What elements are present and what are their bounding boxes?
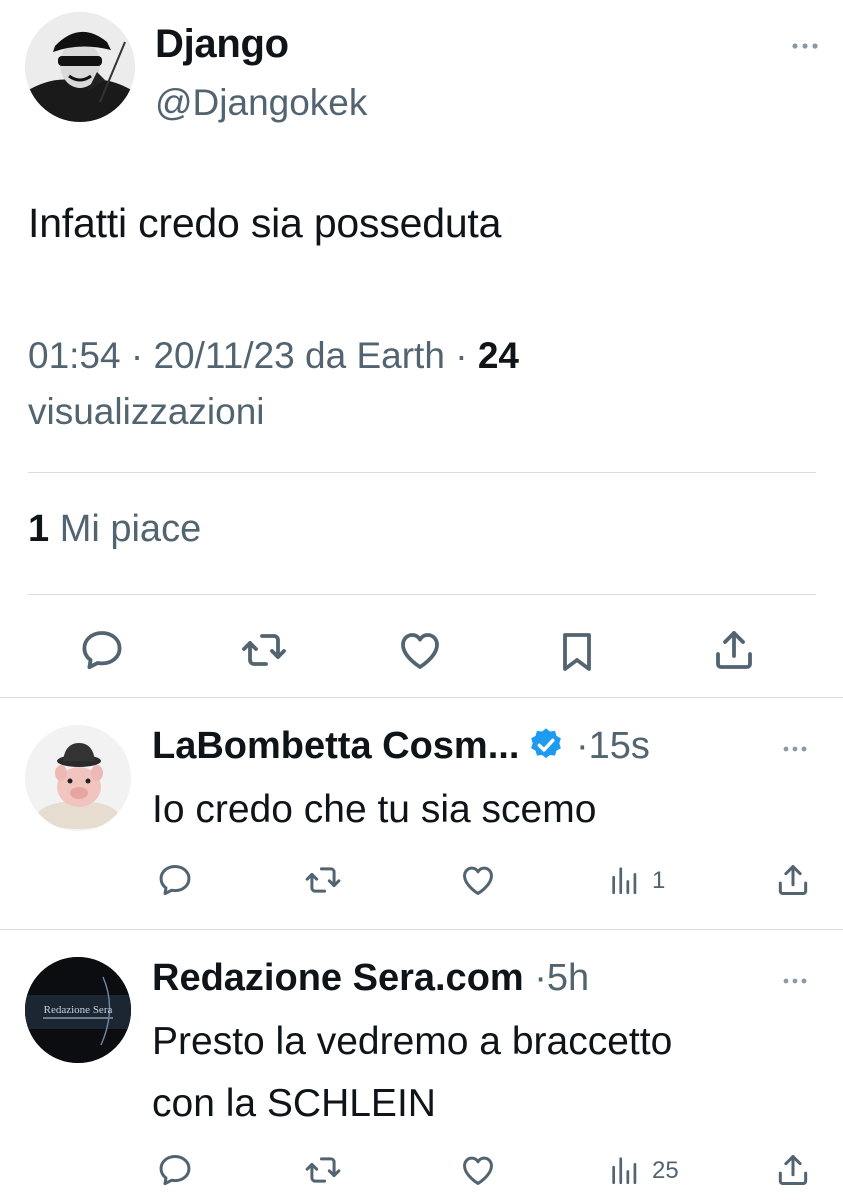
likes-label: Mi piace — [59, 508, 202, 550]
author-name[interactable]: Redazione Sera.com — [152, 957, 524, 999]
like-icon[interactable] — [459, 861, 497, 899]
tweet-source: da Earth — [305, 335, 445, 376]
views-icon[interactable] — [608, 863, 642, 897]
share-icon[interactable] — [774, 1151, 812, 1189]
divider — [28, 594, 816, 595]
avatar-logo-text: Redazione Sera — [44, 1004, 113, 1016]
more-icon[interactable] — [785, 26, 825, 66]
reply-time[interactable]: 15s — [589, 725, 650, 767]
time-separator: · — [523, 957, 547, 999]
reply-icon[interactable] — [156, 1151, 194, 1189]
likes-summary[interactable]: 1 Mi piace — [28, 508, 201, 551]
reply-header: Redazione Sera.com ·5h — [152, 957, 589, 1000]
reply-text-line: Presto la vedremo a braccetto — [152, 1020, 673, 1063]
reply-text: Io credo che tu sia scemo — [152, 788, 597, 831]
time-separator: · — [565, 725, 589, 767]
views-count: 24 — [477, 335, 519, 376]
tweet-detail-page: Django @Djangokek Infatti credo sia poss… — [0, 0, 843, 1200]
like-icon[interactable] — [396, 626, 444, 674]
author-handle[interactable]: @Djangokek — [155, 82, 367, 124]
reply-text: Presto la vedremo a braccetto con la SCH… — [152, 1011, 812, 1135]
reply-tweet[interactable]: LaBombetta Cosm... ·15s Io credo che tu … — [0, 697, 843, 929]
bookmark-icon[interactable] — [553, 628, 601, 676]
verified-icon — [527, 726, 565, 764]
main-action-bar — [0, 622, 843, 682]
share-icon[interactable] — [710, 626, 758, 674]
avatar[interactable] — [25, 12, 135, 122]
like-icon[interactable] — [459, 1151, 497, 1189]
tweet-time: 01:54 — [28, 335, 121, 376]
main-tweet-header: Django @Djangokek — [25, 12, 825, 124]
views-count: 25 — [652, 1157, 679, 1184]
meta-separator: · — [130, 335, 154, 376]
likes-count: 1 — [28, 508, 50, 550]
views-count: 1 — [652, 867, 666, 894]
reply-header: LaBombetta Cosm... ·15s — [152, 725, 650, 768]
views-icon[interactable] — [608, 1153, 642, 1187]
author-name[interactable]: Django — [155, 22, 289, 67]
reply-text-line: con la SCHLEIN — [152, 1082, 436, 1125]
more-icon[interactable] — [777, 963, 813, 999]
more-icon[interactable] — [777, 731, 813, 767]
retweet-icon[interactable] — [304, 861, 342, 899]
divider — [28, 472, 816, 473]
avatar[interactable]: Redazione Sera — [25, 957, 131, 1063]
share-icon[interactable] — [774, 861, 812, 899]
avatar[interactable] — [25, 725, 131, 831]
reply-icon[interactable] — [78, 626, 126, 674]
reply-tweet[interactable]: Redazione Sera Redazione Sera.com ·5h Pr… — [0, 929, 843, 1200]
retweet-icon[interactable] — [240, 626, 288, 674]
author-name[interactable]: LaBombetta Cosm... — [152, 725, 519, 767]
tweet-meta: 01:54 · 20/11/23 da Earth · 24 visualizz… — [28, 328, 808, 440]
tweet-text: Infatti credo sia posseduta — [28, 200, 502, 246]
meta-separator: · — [455, 335, 478, 376]
retweet-icon[interactable] — [304, 1151, 342, 1189]
views-label: visualizzazioni — [28, 391, 265, 432]
reply-icon[interactable] — [156, 861, 194, 899]
tweet-date: 20/11/23 — [153, 335, 295, 376]
reply-time[interactable]: 5h — [547, 957, 589, 999]
